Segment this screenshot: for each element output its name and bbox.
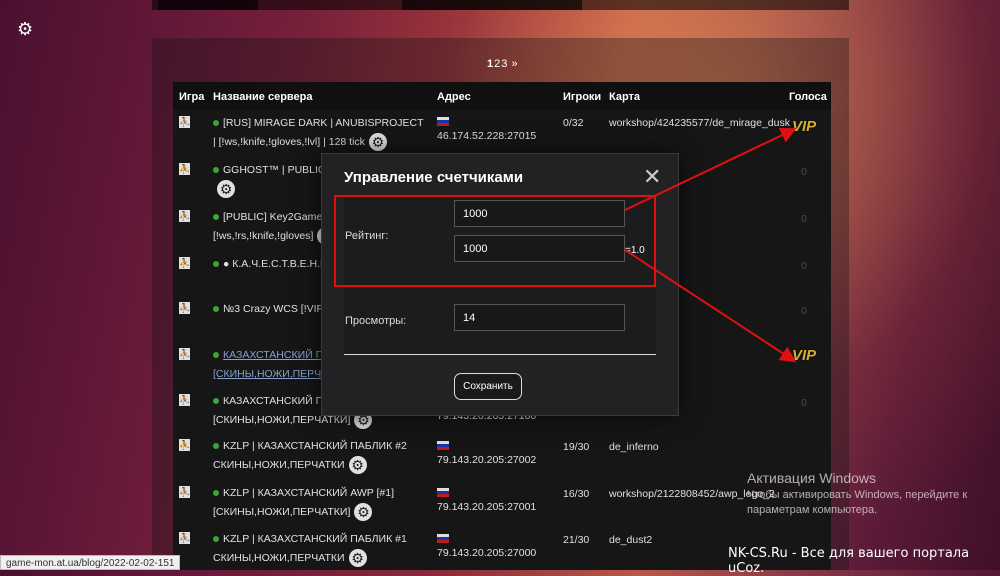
server-settings-gear-icon[interactable]: ⚙	[348, 549, 367, 568]
russia-flag-icon	[437, 441, 449, 450]
modal-title: Управление счетчиками	[344, 169, 524, 186]
vote-count: 0	[801, 397, 807, 409]
vote-count: 0	[801, 305, 807, 317]
cs-game-icon: ⛹	[179, 532, 191, 544]
online-status-dot	[213, 490, 219, 497]
vip-badge-icon[interactable]: VIP	[792, 347, 816, 364]
page-1-link[interactable]: 1	[487, 58, 493, 70]
windows-activation-title: Активация Windows	[747, 470, 877, 486]
russia-flag-icon	[437, 117, 449, 126]
online-status-dot	[213, 120, 219, 127]
save-button[interactable]: Сохранить	[454, 373, 522, 400]
russia-flag-icon	[437, 534, 449, 543]
cs-game-icon: ⛹	[179, 348, 191, 360]
table-row: ⛹ KZLP | КАЗАХСТАНСКИЙ ПАБЛИК #2 СКИНЫ,Н…	[173, 437, 831, 479]
online-status-dot	[213, 167, 219, 174]
online-status-dot	[213, 536, 219, 543]
next-page-link[interactable]: »	[511, 58, 517, 70]
server-map: workshop/424235577/de_mirage_dusk	[609, 117, 790, 129]
header-address[interactable]: Адрес	[437, 91, 471, 103]
online-status-dot	[213, 306, 219, 313]
top-nav-bar	[152, 0, 849, 10]
header-players[interactable]: Игроки	[563, 91, 601, 103]
rating-label: Рейтинг:	[345, 230, 389, 242]
server-address: 79.143.20.205:27002	[437, 454, 537, 466]
server-players: 0/32	[563, 117, 584, 129]
server-players: 21/30	[563, 534, 590, 546]
server-name-link[interactable]: GGHOST™ | PUBLIC	[223, 164, 326, 176]
server-players: 19/30	[563, 441, 590, 453]
footer-ucoz-text[interactable]: NK-CS.Ru - Все для вашего портала uCoz.	[728, 546, 1000, 576]
server-address: 79.143.20.205:27001	[437, 501, 537, 513]
server-settings-gear-icon[interactable]: ⚙	[217, 180, 235, 199]
views-label: Просмотры:	[345, 315, 407, 327]
cs-game-icon: ⛹	[179, 486, 191, 498]
vote-count: 0	[801, 213, 807, 225]
rating-input-2[interactable]	[454, 235, 625, 262]
server-name-link[interactable]: KZLP | КАЗАХСТАНСКИЙ ПАБЛИК #1 СКИНЫ,НОЖ…	[213, 533, 407, 564]
server-name-link[interactable]: ● К.А.Ч.Е.С.Т.В.Е.Н.Н	[223, 258, 328, 270]
table-row: ⛹ KZLP | КАЗАХСТАНСКИЙ AWP [#1] [СКИНЫ,Н…	[173, 484, 831, 526]
page-3-link[interactable]: 3	[501, 58, 507, 70]
server-settings-gear-icon[interactable]: ⚙	[348, 456, 367, 475]
vote-count: 0	[801, 260, 807, 272]
cs-game-icon: ⛹	[179, 439, 191, 451]
status-bar-url: game-mon.at.ua/blog/2022-02-02-151	[0, 555, 181, 570]
cs-game-icon: ⛹	[179, 394, 191, 406]
settings-gear-icon[interactable]: ⚙	[17, 20, 35, 38]
server-name-link[interactable]: КАЗАХСТАНСКИЙ ПА [СКИНЫ,НОЖИ,ПЕРЧА	[213, 349, 330, 380]
header-name[interactable]: Название сервера	[213, 91, 313, 103]
header-votes[interactable]: Голоса	[789, 91, 827, 103]
server-address: 46.174.52.228:27015	[437, 130, 537, 142]
close-icon[interactable]: ✕	[643, 164, 661, 190]
server-name-link[interactable]: [RUS] MIRAGE DARK | ANUBISPROJECT | [!ws…	[213, 117, 423, 148]
cs-game-icon: ⛹	[179, 210, 191, 222]
online-status-dot	[213, 398, 219, 405]
server-name-link[interactable]: [PUBLIC] Key2Game | [!ws,!rs,!knife,!glo…	[213, 211, 328, 242]
windows-activation-watermark: Активация Windows Чтобы активировать Win…	[747, 470, 987, 518]
cs-game-icon: ⛹	[179, 302, 191, 314]
top-nav-tab-1[interactable]	[158, 0, 258, 10]
cs-game-icon: ⛹	[179, 116, 191, 128]
windows-activation-text: Чтобы активировать Windows, перейдите к …	[747, 489, 968, 516]
server-map: de_dust2	[609, 534, 653, 546]
top-nav-tab-2[interactable]	[402, 0, 582, 10]
server-map: de_inferno	[609, 441, 659, 453]
server-players: 16/30	[563, 488, 590, 500]
server-address: 79.143.20.205:27000	[437, 547, 537, 559]
online-status-dot	[213, 214, 219, 221]
table-header: Игра Название сервера Адрес Игроки Карта…	[173, 82, 831, 110]
server-name-link[interactable]: KZLP | КАЗАХСТАНСКИЙ ПАБЛИК #2 СКИНЫ,НОЖ…	[213, 440, 407, 471]
header-game[interactable]: Игра	[179, 91, 204, 103]
server-settings-gear-icon[interactable]: ⚙	[368, 133, 387, 152]
page-2-link[interactable]: 2	[494, 58, 500, 70]
server-settings-gear-icon[interactable]: ⚙	[354, 503, 373, 522]
cs-game-icon: ⛹	[179, 163, 191, 175]
cs-game-icon: ⛹	[179, 257, 191, 269]
modal-divider	[344, 354, 656, 355]
table-row: ⛹ [RUS] MIRAGE DARK | ANUBISPROJECT | [!…	[173, 114, 831, 154]
online-status-dot	[213, 443, 219, 450]
online-status-dot	[213, 261, 219, 268]
rating-average: =1.0	[625, 245, 645, 256]
online-status-dot	[213, 352, 219, 359]
pagination: 123 »	[487, 58, 519, 70]
vote-count: 0	[801, 166, 807, 178]
header-map[interactable]: Карта	[609, 91, 640, 103]
rating-input-1[interactable]	[454, 200, 625, 227]
vip-badge-icon[interactable]: VIP	[792, 118, 816, 135]
views-input[interactable]	[454, 304, 625, 331]
counters-modal: Управление счетчиками ✕ Рейтинг: =1.0 Пр…	[321, 153, 679, 416]
russia-flag-icon	[437, 488, 449, 497]
